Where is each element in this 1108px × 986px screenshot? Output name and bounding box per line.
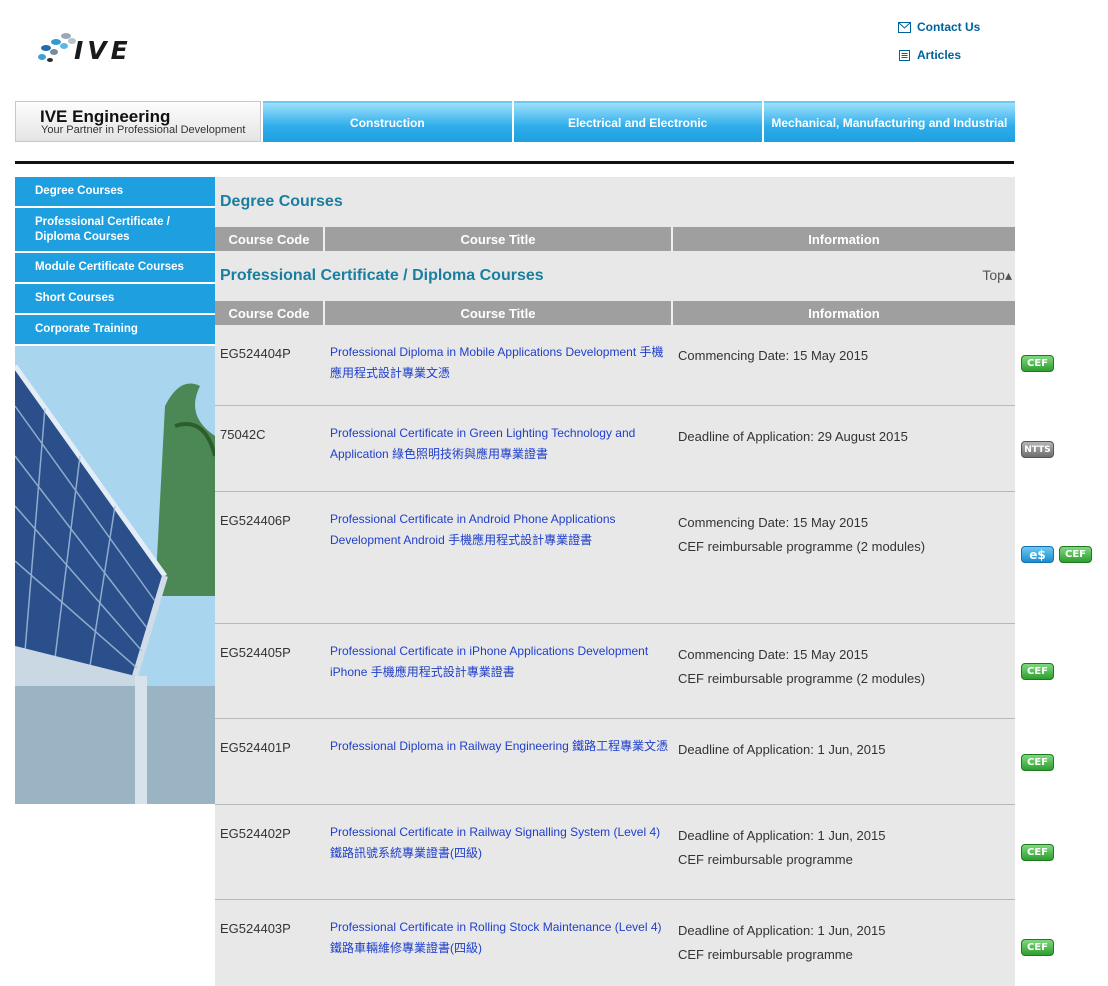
- logo-text: IVE: [74, 36, 132, 65]
- course-info: Deadline of Application: 29 August 2015: [678, 429, 908, 444]
- table-row: EG524401P Professional Diploma in Railwa…: [215, 719, 1015, 805]
- course-listing: Degree Courses Course Code Course Title …: [215, 177, 1015, 986]
- table-row: EG524406P Professional Certificate in An…: [215, 492, 1015, 624]
- cef-badge-icon[interactable]: CEF: [1021, 754, 1054, 771]
- brand-banner[interactable]: IVE Engineering Your Partner in Professi…: [15, 101, 262, 142]
- course-info: Commencing Date: 15 May 2015 CEF reimburs…: [678, 647, 926, 686]
- top-links: Contact Us Articles: [898, 18, 980, 74]
- col-course-title: Course Title: [325, 227, 673, 251]
- cef-badge-icon[interactable]: CEF: [1021, 355, 1054, 372]
- course-code: 75042C: [220, 427, 266, 442]
- course-code: EG524403P: [220, 921, 291, 936]
- top-link[interactable]: Top▴: [982, 267, 1012, 284]
- nav-tab-electrical-electronic[interactable]: Electrical and Electronic: [513, 101, 762, 142]
- course-title-link[interactable]: Professional Certificate in iPhone Appli…: [330, 641, 670, 683]
- course-title-link[interactable]: Professional Diploma in Railway Engineer…: [330, 736, 670, 757]
- brand-subtitle: Your Partner in Professional Development: [41, 124, 246, 136]
- course-title-link[interactable]: Professional Certificate in Android Phon…: [330, 509, 670, 551]
- ive-logo[interactable]: IVE: [36, 28, 136, 70]
- degree-courses-title: Degree Courses: [220, 193, 343, 210]
- solar-panel-photo: [15, 346, 215, 804]
- course-code: EG524401P: [220, 740, 291, 755]
- diploma-courses-title: Professional Certificate / Diploma Cours…: [220, 267, 544, 284]
- course-code: EG524405P: [220, 645, 291, 660]
- course-info: Commencing Date: 15 May 2015: [678, 348, 869, 363]
- sidebar-item-professional-certificate-diploma[interactable]: Professional Certificate / Diploma Cours…: [15, 208, 215, 253]
- document-icon: [899, 49, 910, 61]
- cef-badge-icon[interactable]: CEF: [1059, 546, 1092, 563]
- solar-panel-illustration: [15, 346, 215, 804]
- course-code: EG524404P: [220, 346, 291, 361]
- sidebar-item-short-courses[interactable]: Short Courses: [15, 284, 215, 315]
- course-title-link[interactable]: Professional Certificate in Railway Sign…: [330, 822, 670, 864]
- sidebar-item-corporate-training[interactable]: Corporate Training: [15, 315, 215, 346]
- articles-link[interactable]: Articles: [898, 46, 980, 64]
- col-information: Information: [673, 227, 1015, 251]
- sidebar-item-module-certificate[interactable]: Module Certificate Courses: [15, 253, 215, 284]
- course-info: Deadline of Application: 1 Jun, 2015: [678, 742, 886, 757]
- course-info: Deadline of Application: 1 Jun, 2015 CEF …: [678, 828, 886, 867]
- header-divider: [15, 161, 1014, 164]
- col-information: Information: [673, 301, 1015, 325]
- logo-dots-icon: [38, 33, 76, 62]
- course-title-link[interactable]: Professional Certificate in Green Lighti…: [330, 423, 670, 465]
- course-code: EG524406P: [220, 513, 291, 528]
- diploma-table-header: Course Code Course Title Information: [215, 301, 1015, 325]
- nav-tab-construction[interactable]: Construction: [263, 101, 512, 142]
- degree-table-header: Course Code Course Title Information: [215, 227, 1015, 251]
- course-code: EG524402P: [220, 826, 291, 841]
- sidebar: Degree Courses Professional Certificate …: [15, 177, 215, 804]
- main-nav: IVE Engineering Your Partner in Professi…: [15, 101, 1015, 142]
- sidebar-item-degree-courses[interactable]: Degree Courses: [15, 177, 215, 208]
- course-info: Deadline of Application: 1 Jun, 2015 CEF …: [678, 923, 886, 962]
- cef-badge-icon[interactable]: CEF: [1021, 844, 1054, 861]
- contact-us-link[interactable]: Contact Us: [898, 18, 980, 36]
- envelope-icon: [898, 21, 911, 33]
- table-row: EG524403P Professional Certificate in Ro…: [215, 900, 1015, 986]
- table-row: EG524402P Professional Certificate in Ra…: [215, 805, 1015, 900]
- course-info: Commencing Date: 15 May 2015 CEF reimburs…: [678, 515, 926, 554]
- cef-badge-icon[interactable]: CEF: [1021, 663, 1054, 680]
- col-course-code: Course Code: [215, 301, 325, 325]
- table-row: 75042C Professional Certificate in Green…: [215, 406, 1015, 492]
- course-title-link[interactable]: Professional Certificate in Rolling Stoc…: [330, 917, 670, 959]
- table-row: EG524405P Professional Certificate in iP…: [215, 624, 1015, 719]
- table-row: EG524404P Professional Diploma in Mobile…: [215, 325, 1015, 406]
- e-dollar-badge-icon[interactable]: e$: [1021, 546, 1054, 563]
- cef-badge-icon[interactable]: CEF: [1021, 939, 1054, 956]
- col-course-title: Course Title: [325, 301, 673, 325]
- col-course-code: Course Code: [215, 227, 325, 251]
- course-title-link[interactable]: Professional Diploma in Mobile Applicati…: [330, 342, 670, 384]
- ntts-badge-icon[interactable]: NTTS: [1021, 441, 1054, 458]
- nav-tab-mechanical-manufacturing-industrial[interactable]: Mechanical, Manufacturing and Industrial: [763, 101, 1015, 142]
